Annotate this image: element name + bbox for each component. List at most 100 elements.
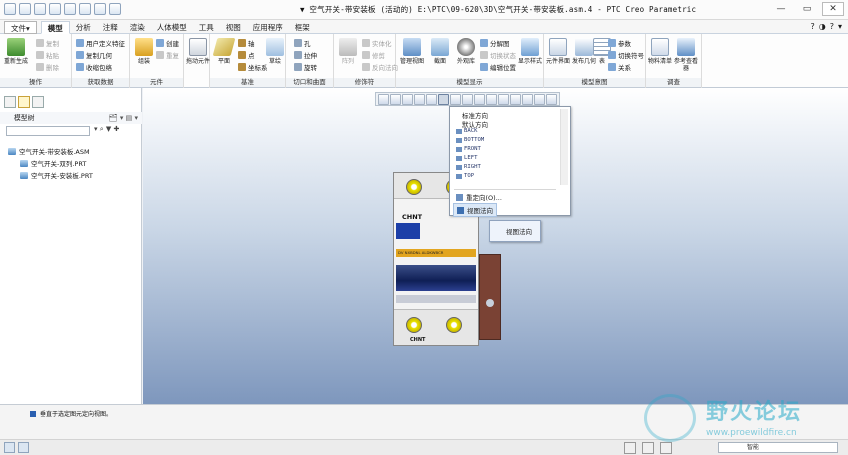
redo-icon[interactable] [64, 3, 76, 15]
close-window-icon[interactable] [109, 3, 121, 15]
open-icon[interactable] [19, 3, 31, 15]
menu-item-reorient[interactable]: 重定向(O)... [456, 192, 502, 202]
selection-filter[interactable]: 智能 [718, 442, 838, 453]
display-style-icon[interactable] [462, 94, 473, 105]
menu-item-top[interactable]: TOP [456, 173, 474, 179]
parameters-button[interactable]: 参数 [608, 38, 631, 48]
tab-applications[interactable]: 应用程序 [247, 21, 289, 34]
annotation-display-icon[interactable] [534, 94, 545, 105]
component-interface-button[interactable]: 元件界面 [544, 38, 572, 65]
appearance-gallery-button[interactable]: 外观库 [452, 38, 480, 65]
tree-search-input[interactable] [6, 126, 90, 136]
copy-button[interactable]: 复制 [36, 38, 59, 48]
favorites-tab[interactable] [32, 96, 44, 108]
copy-geometry-button[interactable]: 复制几何 [76, 50, 112, 60]
tab-file[interactable]: 文件▾ [4, 21, 37, 34]
delete-button[interactable]: 删除 [36, 62, 59, 72]
offset-button[interactable]: 反向法向 [362, 62, 398, 72]
regenerate-button[interactable]: 重新生成 [2, 38, 30, 65]
csys-display-icon[interactable] [522, 94, 533, 105]
maximize-button[interactable]: ▭ [796, 2, 818, 16]
collapse-icon[interactable]: ▾ [838, 22, 842, 31]
tab-model[interactable]: 模型 [40, 21, 70, 34]
repaint-icon[interactable] [414, 94, 425, 105]
regenerate-icon[interactable] [79, 3, 91, 15]
menu-item-right[interactable]: RIGHT [456, 164, 481, 170]
menu-item-left[interactable]: LEFT [456, 155, 477, 161]
paste-button[interactable]: 粘贴 [36, 50, 59, 60]
plane-button[interactable]: 平面 [210, 38, 238, 65]
show-navigator-icon[interactable] [4, 442, 15, 453]
close-button[interactable]: ✕ [822, 2, 844, 16]
point-display-icon[interactable] [510, 94, 521, 105]
shrinkwrap-button[interactable]: 收缩包络 [76, 62, 112, 72]
section-button[interactable]: 截面 [426, 38, 454, 65]
datum-display-icon[interactable] [474, 94, 485, 105]
zoom-out-icon[interactable] [402, 94, 413, 105]
tab-annotate[interactable]: 注释 [97, 21, 124, 34]
assemble-button[interactable]: 组装 [130, 38, 158, 65]
exploded-view-button[interactable]: 分解图 [480, 38, 510, 48]
udf-button[interactable]: 用户定义特征 [76, 38, 125, 48]
selection-icon[interactable] [624, 442, 636, 454]
saved-orientations-icon[interactable] [438, 94, 449, 105]
model-tree-tab[interactable] [4, 96, 16, 108]
minimize-button[interactable]: — [770, 2, 792, 16]
repeat-button[interactable]: 重复 [156, 50, 179, 60]
drag-components-button[interactable]: 拖动元件 [184, 38, 212, 65]
sketch-button[interactable]: 草绘 [264, 38, 286, 65]
relations-button[interactable]: 关系 [608, 62, 631, 72]
new-icon[interactable] [4, 3, 16, 15]
axis-button[interactable]: 轴 [238, 38, 255, 48]
menu-item-view-normal[interactable]: 视图法向 [453, 203, 497, 217]
spin-center-icon[interactable] [546, 94, 557, 105]
folder-browser-tab[interactable] [18, 96, 30, 108]
axis-display-icon[interactable] [498, 94, 509, 105]
refit-icon[interactable] [378, 94, 389, 105]
display-style-button[interactable]: 显示样式 [516, 38, 544, 65]
extrude-button[interactable]: 拉伸 [294, 50, 317, 60]
find-icon[interactable] [642, 442, 654, 454]
tab-view[interactable]: 视图 [220, 21, 247, 34]
menu-item-back[interactable]: BACK [456, 128, 477, 134]
help-icon[interactable]: ? [830, 22, 834, 31]
switch-symbols-button[interactable]: 切换符号 [608, 50, 644, 60]
bom-button[interactable]: 物料清单 [646, 38, 674, 65]
show-browser-icon[interactable] [18, 442, 29, 453]
view-manager-icon[interactable] [450, 94, 461, 105]
menu-scrollbar[interactable] [560, 109, 568, 185]
zoom-in-icon[interactable] [390, 94, 401, 105]
undo-icon[interactable] [49, 3, 61, 15]
pattern-button[interactable]: 阵列 [334, 38, 362, 65]
menu-item-bottom[interactable]: BOTTOM [456, 137, 484, 143]
search-help-icon[interactable]: ? [811, 22, 815, 31]
toggle-status-button[interactable]: 切换状态 [480, 50, 516, 60]
tree-settings-icons[interactable]: 🗂 ▾ ▤ ▾ [109, 112, 138, 124]
tab-analysis[interactable]: 分析 [70, 21, 97, 34]
sketch-icon [266, 38, 284, 56]
perspective-icon[interactable] [426, 94, 437, 105]
tree-item-part[interactable]: 空气开关-安装板.PRT [20, 170, 93, 180]
manage-views-button[interactable]: 管理视图 [398, 38, 426, 65]
hole-button[interactable]: 孔 [294, 38, 311, 48]
tab-tools[interactable]: 工具 [193, 21, 220, 34]
tree-item-assembly[interactable]: 空气开关-带安装板.ASM [8, 146, 90, 156]
settings-icon[interactable]: ◑ [819, 22, 826, 31]
point-button[interactable]: 点 [238, 50, 255, 60]
revolve-button[interactable]: 旋转 [294, 62, 317, 72]
trim-button[interactable]: 修剪 [362, 50, 385, 60]
edit-position-button[interactable]: 编辑位置 [480, 62, 516, 72]
tab-framework[interactable]: 框架 [289, 21, 316, 34]
tab-render[interactable]: 渲染 [124, 21, 151, 34]
windows-icon[interactable] [94, 3, 106, 15]
plane-display-icon[interactable] [486, 94, 497, 105]
tree-item-part[interactable]: 空气开关-双列.PRT [20, 158, 86, 168]
tab-manikin[interactable]: 人体模型 [151, 21, 193, 34]
tree-tools[interactable]: ▾ ⌕ ▼ ✚ [94, 125, 119, 134]
solidify-button[interactable]: 实体化 [362, 38, 392, 48]
create-button[interactable]: 创建 [156, 38, 179, 48]
reference-viewer-button[interactable]: 参考查看器 [672, 38, 700, 72]
status-icon[interactable] [660, 442, 672, 454]
save-icon[interactable] [34, 3, 46, 15]
menu-item-front[interactable]: FRONT [456, 146, 481, 152]
